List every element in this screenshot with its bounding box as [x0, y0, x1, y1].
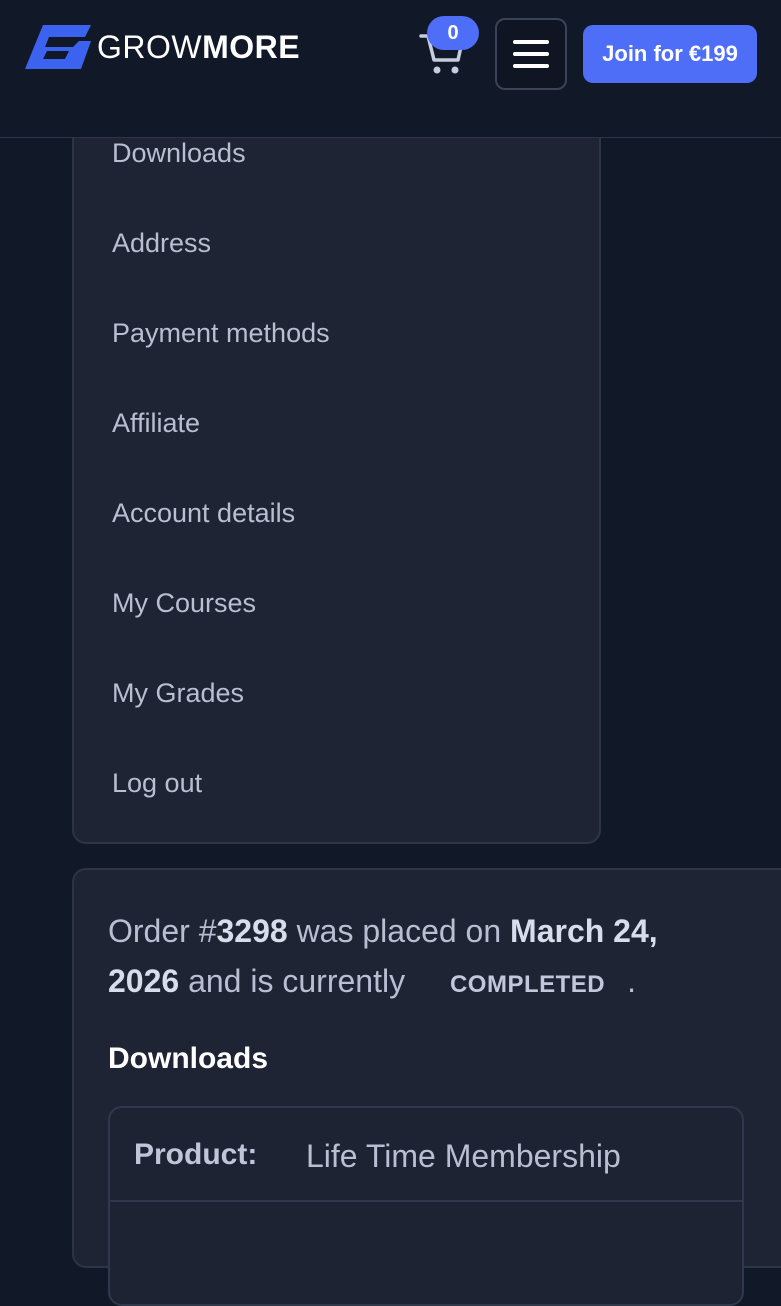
nav-item-account-details[interactable]: Account details — [112, 500, 295, 527]
product-label: Product: — [134, 1138, 258, 1171]
logo[interactable]: GROWMORE — [25, 24, 375, 70]
nav-item-log-out[interactable]: Log out — [112, 770, 202, 797]
nav-item-address[interactable]: Address — [112, 230, 211, 257]
menu-icon-bar — [513, 52, 549, 56]
order-date-part1: March 24, — [510, 913, 658, 949]
order-summary: Order #3298 was placed on March 24, 2026 … — [108, 906, 748, 1010]
product-value[interactable]: Life Time Membership — [306, 1138, 621, 1175]
account-navigation: Downloads Address Payment methods Affili… — [72, 90, 601, 844]
order-status-badge: COMPLETED — [449, 971, 606, 998]
logo-text-grow: GROW — [97, 29, 203, 65]
order-current-text: and is currently — [179, 963, 414, 999]
order-date-part2: 2026 — [108, 963, 180, 999]
order-prefix: Order # — [108, 913, 217, 949]
table-divider — [110, 1200, 742, 1202]
downloads-table: Product: Life Time Membership — [108, 1106, 744, 1306]
nav-item-affiliate[interactable]: Affiliate — [112, 410, 200, 437]
nav-item-downloads[interactable]: Downloads — [112, 140, 246, 167]
menu-icon-bar — [513, 64, 549, 68]
nav-item-my-grades[interactable]: My Grades — [112, 680, 244, 707]
site-header: GROWMORE 0 Join for €199 — [0, 0, 781, 138]
logo-text-more: MORE — [202, 29, 301, 65]
order-number: 3298 — [216, 913, 288, 949]
order-placed-text: was placed on — [287, 913, 511, 949]
menu-button[interactable] — [495, 18, 567, 90]
nav-item-my-courses[interactable]: My Courses — [112, 590, 256, 617]
nav-item-payment-methods[interactable]: Payment methods — [112, 320, 330, 347]
order-details-card: Order #3298 was placed on March 24, 2026 … — [72, 868, 781, 1306]
logo-g-icon — [25, 25, 91, 69]
logo-text: GROWMORE — [97, 31, 300, 63]
downloads-heading: Downloads — [108, 1042, 269, 1075]
order-suffix: . — [627, 963, 637, 999]
join-button[interactable]: Join for €199 — [583, 25, 757, 83]
cart-count-badge: 0 — [427, 16, 479, 50]
menu-icon-bar — [513, 40, 549, 44]
